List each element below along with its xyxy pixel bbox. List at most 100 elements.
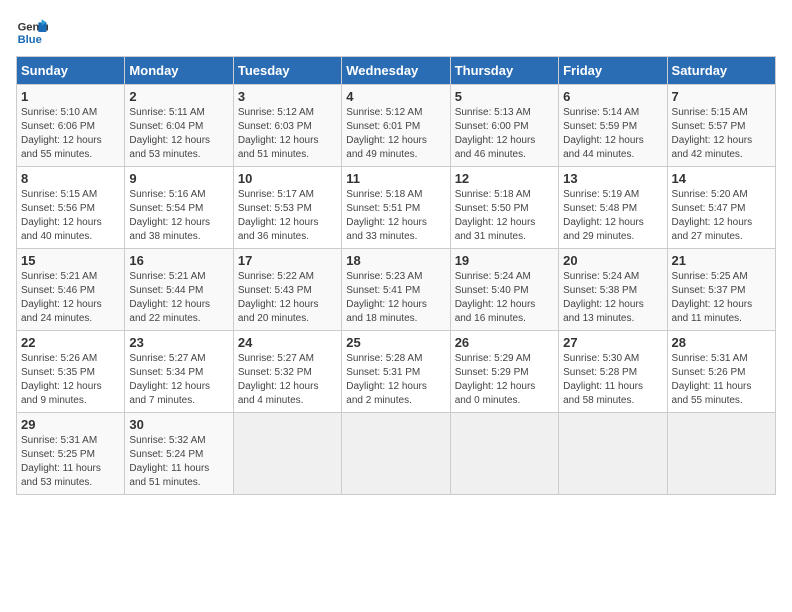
day-info: Sunrise: 5:15 AM Sunset: 5:57 PM Dayligh… xyxy=(672,106,771,162)
weekday-header-monday: Monday xyxy=(125,57,233,85)
day-info: Sunrise: 5:27 AM Sunset: 5:34 PM Dayligh… xyxy=(129,352,228,408)
day-number: 16 xyxy=(129,253,228,268)
day-number: 7 xyxy=(672,89,771,104)
day-info: Sunrise: 5:14 AM Sunset: 5:59 PM Dayligh… xyxy=(563,106,662,162)
calendar-cell: 5 Sunrise: 5:13 AM Sunset: 6:00 PM Daylig… xyxy=(450,85,558,167)
day-number: 11 xyxy=(346,171,445,186)
calendar-week-row: 8 Sunrise: 5:15 AM Sunset: 5:56 PM Daylig… xyxy=(17,167,776,249)
day-info: Sunrise: 5:25 AM Sunset: 5:37 PM Dayligh… xyxy=(672,270,771,326)
calendar-cell: 29 Sunrise: 5:31 AM Sunset: 5:25 PM Dayli… xyxy=(17,413,125,495)
calendar-cell xyxy=(450,413,558,495)
day-number: 2 xyxy=(129,89,228,104)
calendar-week-row: 29 Sunrise: 5:31 AM Sunset: 5:25 PM Dayli… xyxy=(17,413,776,495)
day-info: Sunrise: 5:11 AM Sunset: 6:04 PM Dayligh… xyxy=(129,106,228,162)
day-number: 13 xyxy=(563,171,662,186)
day-info: Sunrise: 5:24 AM Sunset: 5:40 PM Dayligh… xyxy=(455,270,554,326)
calendar-cell: 3 Sunrise: 5:12 AM Sunset: 6:03 PM Daylig… xyxy=(233,85,341,167)
calendar-cell: 9 Sunrise: 5:16 AM Sunset: 5:54 PM Daylig… xyxy=(125,167,233,249)
day-info: Sunrise: 5:30 AM Sunset: 5:28 PM Dayligh… xyxy=(563,352,662,408)
calendar-cell: 10Sunrise: 5:17 AM Sunset: 5:53 PM Dayli… xyxy=(233,167,341,249)
day-info: Sunrise: 5:21 AM Sunset: 5:46 PM Dayligh… xyxy=(21,270,120,326)
calendar-cell: 22Sunrise: 5:26 AM Sunset: 5:35 PM Dayli… xyxy=(17,331,125,413)
day-number: 27 xyxy=(563,335,662,350)
calendar-cell: 18Sunrise: 5:23 AM Sunset: 5:41 PM Dayli… xyxy=(342,249,450,331)
day-info: Sunrise: 5:19 AM Sunset: 5:48 PM Dayligh… xyxy=(563,188,662,244)
day-number: 12 xyxy=(455,171,554,186)
day-info: Sunrise: 5:18 AM Sunset: 5:50 PM Dayligh… xyxy=(455,188,554,244)
day-number: 15 xyxy=(21,253,120,268)
day-info: Sunrise: 5:24 AM Sunset: 5:38 PM Dayligh… xyxy=(563,270,662,326)
calendar-cell: 7 Sunrise: 5:15 AM Sunset: 5:57 PM Daylig… xyxy=(667,85,775,167)
day-info: Sunrise: 5:12 AM Sunset: 6:01 PM Dayligh… xyxy=(346,106,445,162)
day-number: 29 xyxy=(21,417,120,432)
day-number: 21 xyxy=(672,253,771,268)
calendar-cell: 13 Sunrise: 5:19 AM Sunset: 5:48 PM Dayli… xyxy=(559,167,667,249)
header: General Blue xyxy=(16,16,776,48)
weekday-header-thursday: Thursday xyxy=(450,57,558,85)
day-info: Sunrise: 5:18 AM Sunset: 5:51 PM Dayligh… xyxy=(346,188,445,244)
day-number: 10 xyxy=(238,171,337,186)
calendar-cell: 25Sunrise: 5:28 AM Sunset: 5:31 PM Dayli… xyxy=(342,331,450,413)
calendar-cell: 23 Sunrise: 5:27 AM Sunset: 5:34 PM Dayli… xyxy=(125,331,233,413)
calendar-cell: 21 Sunrise: 5:25 AM Sunset: 5:37 PM Dayli… xyxy=(667,249,775,331)
day-number: 20 xyxy=(563,253,662,268)
day-info: Sunrise: 5:13 AM Sunset: 6:00 PM Dayligh… xyxy=(455,106,554,162)
day-number: 30 xyxy=(129,417,228,432)
calendar-cell: 4 Sunrise: 5:12 AM Sunset: 6:01 PM Daylig… xyxy=(342,85,450,167)
calendar-cell: 30 Sunrise: 5:32 AM Sunset: 5:24 PM Dayli… xyxy=(125,413,233,495)
day-info: Sunrise: 5:21 AM Sunset: 5:44 PM Dayligh… xyxy=(129,270,228,326)
day-number: 5 xyxy=(455,89,554,104)
day-number: 28 xyxy=(672,335,771,350)
logo: General Blue xyxy=(16,16,52,48)
day-info: Sunrise: 5:27 AM Sunset: 5:32 PM Dayligh… xyxy=(238,352,337,408)
day-number: 24 xyxy=(238,335,337,350)
day-info: Sunrise: 5:20 AM Sunset: 5:47 PM Dayligh… xyxy=(672,188,771,244)
day-info: Sunrise: 5:31 AM Sunset: 5:25 PM Dayligh… xyxy=(21,434,120,490)
calendar-cell: 28 Sunrise: 5:31 AM Sunset: 5:26 PM Dayli… xyxy=(667,331,775,413)
calendar-cell xyxy=(667,413,775,495)
day-info: Sunrise: 5:10 AM Sunset: 6:06 PM Dayligh… xyxy=(21,106,120,162)
calendar-cell: 26Sunrise: 5:29 AM Sunset: 5:29 PM Dayli… xyxy=(450,331,558,413)
calendar-cell: 14Sunrise: 5:20 AM Sunset: 5:47 PM Dayli… xyxy=(667,167,775,249)
day-number: 19 xyxy=(455,253,554,268)
calendar-cell: 20 Sunrise: 5:24 AM Sunset: 5:38 PM Dayli… xyxy=(559,249,667,331)
calendar-cell: 2 Sunrise: 5:11 AM Sunset: 6:04 PM Daylig… xyxy=(125,85,233,167)
day-info: Sunrise: 5:32 AM Sunset: 5:24 PM Dayligh… xyxy=(129,434,228,490)
calendar-week-row: 22Sunrise: 5:26 AM Sunset: 5:35 PM Dayli… xyxy=(17,331,776,413)
calendar-cell: 15 Sunrise: 5:21 AM Sunset: 5:46 PM Dayli… xyxy=(17,249,125,331)
weekday-header-saturday: Saturday xyxy=(667,57,775,85)
calendar-table: SundayMondayTuesdayWednesdayThursdayFrid… xyxy=(16,56,776,495)
day-number: 26 xyxy=(455,335,554,350)
weekday-header-friday: Friday xyxy=(559,57,667,85)
calendar-cell: 16 Sunrise: 5:21 AM Sunset: 5:44 PM Dayli… xyxy=(125,249,233,331)
calendar-cell xyxy=(342,413,450,495)
calendar-cell: 19 Sunrise: 5:24 AM Sunset: 5:40 PM Dayli… xyxy=(450,249,558,331)
weekday-header-sunday: Sunday xyxy=(17,57,125,85)
calendar-cell: 12 Sunrise: 5:18 AM Sunset: 5:50 PM Dayli… xyxy=(450,167,558,249)
day-number: 17 xyxy=(238,253,337,268)
day-number: 23 xyxy=(129,335,228,350)
day-info: Sunrise: 5:28 AM Sunset: 5:31 PM Dayligh… xyxy=(346,352,445,408)
calendar-cell: 8 Sunrise: 5:15 AM Sunset: 5:56 PM Daylig… xyxy=(17,167,125,249)
svg-text:Blue: Blue xyxy=(18,34,42,46)
day-number: 8 xyxy=(21,171,120,186)
weekday-header-wednesday: Wednesday xyxy=(342,57,450,85)
calendar-week-row: 15 Sunrise: 5:21 AM Sunset: 5:46 PM Dayli… xyxy=(17,249,776,331)
day-number: 3 xyxy=(238,89,337,104)
logo-icon: General Blue xyxy=(16,16,48,48)
day-info: Sunrise: 5:16 AM Sunset: 5:54 PM Dayligh… xyxy=(129,188,228,244)
day-info: Sunrise: 5:26 AM Sunset: 5:35 PM Dayligh… xyxy=(21,352,120,408)
calendar-cell xyxy=(233,413,341,495)
weekday-header-row: SundayMondayTuesdayWednesdayThursdayFrid… xyxy=(17,57,776,85)
calendar-cell: 1Sunrise: 5:10 AM Sunset: 6:06 PM Daylig… xyxy=(17,85,125,167)
day-info: Sunrise: 5:12 AM Sunset: 6:03 PM Dayligh… xyxy=(238,106,337,162)
day-info: Sunrise: 5:15 AM Sunset: 5:56 PM Dayligh… xyxy=(21,188,120,244)
day-info: Sunrise: 5:23 AM Sunset: 5:41 PM Dayligh… xyxy=(346,270,445,326)
calendar-cell: 17Sunrise: 5:22 AM Sunset: 5:43 PM Dayli… xyxy=(233,249,341,331)
day-number: 4 xyxy=(346,89,445,104)
day-info: Sunrise: 5:31 AM Sunset: 5:26 PM Dayligh… xyxy=(672,352,771,408)
calendar-cell: 27 Sunrise: 5:30 AM Sunset: 5:28 PM Dayli… xyxy=(559,331,667,413)
weekday-header-tuesday: Tuesday xyxy=(233,57,341,85)
day-number: 9 xyxy=(129,171,228,186)
calendar-week-row: 1Sunrise: 5:10 AM Sunset: 6:06 PM Daylig… xyxy=(17,85,776,167)
